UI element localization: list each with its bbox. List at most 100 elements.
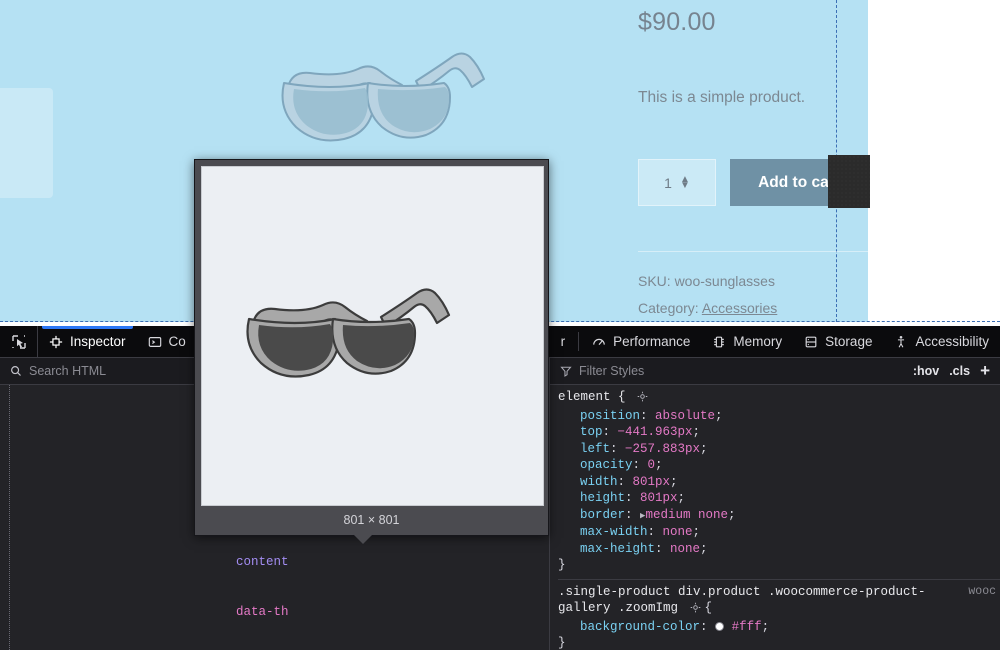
css-declaration[interactable]: background-color: #fff; [558, 619, 1000, 636]
tab-console-label: Co [168, 334, 186, 349]
performance-icon [593, 338, 605, 345]
css-declaration[interactable]: position: absolute; [558, 408, 1000, 425]
css-rule-close-brace: } [558, 636, 566, 650]
filter-styles-placeholder: Filter Styles [579, 364, 645, 378]
markup-line[interactable]: data-th [0, 587, 549, 637]
css-rule-source[interactable]: wooc [968, 584, 996, 601]
preview-dimensions-label: 801 × 801 [343, 513, 400, 527]
indent-guide [9, 385, 10, 650]
css-property: position [580, 408, 641, 423]
css-value[interactable]: medium none [645, 508, 728, 522]
css-selector[interactable]: element { [558, 390, 626, 404]
markup-line[interactable]: overflo [0, 637, 549, 650]
tab-inspector[interactable]: Inspector [38, 326, 137, 357]
css-declaration[interactable]: height: 801px; [558, 490, 1000, 507]
screen: $90.00 This is a simple product. 1 ▲ ▼ Ad… [0, 0, 1000, 650]
inspector-icon [49, 335, 63, 348]
accessibility-icon [898, 335, 905, 348]
css-property: width [580, 474, 618, 489]
image-preview-tooltip: 801 × 801 [194, 159, 549, 544]
tab-accessibility[interactable]: Accessibility [883, 326, 1000, 357]
rules-pane: Filter Styles :hov .cls + element {posi… [550, 358, 1000, 650]
dark-tooltip-overlay [828, 155, 870, 208]
gear-icon[interactable] [637, 391, 648, 408]
css-property: left [580, 441, 611, 456]
css-declaration[interactable]: max-height: none; [558, 541, 1000, 558]
tab-storage[interactable]: Storage [793, 326, 883, 357]
quantity-stepper[interactable]: 1 ▲ ▼ [638, 159, 716, 206]
product-main-image[interactable] [258, 25, 558, 175]
tab-performance[interactable]: Performance [581, 326, 701, 357]
preview-image [201, 166, 544, 506]
gear-icon[interactable] [690, 602, 701, 619]
pseudo-class-button[interactable]: :hov [913, 364, 939, 378]
css-declaration[interactable]: border: ▶medium none; [558, 507, 1000, 525]
css-property: background-color [580, 619, 701, 634]
sunglasses-preview-icon [245, 288, 450, 378]
css-property: top [580, 425, 603, 439]
css-declaration[interactable]: opacity: 0; [558, 457, 1000, 474]
product-short-description: This is a simple product. [638, 89, 806, 106]
css-selector[interactable]: .single-product div.product .woocommerce… [558, 585, 926, 616]
product-sku: SKU: woo-sunglasses [638, 273, 775, 289]
css-declaration[interactable]: max-width: none; [558, 524, 1000, 541]
tab-performance-label: Performance [613, 334, 691, 349]
console-icon [148, 336, 161, 347]
markup-line-text: content [236, 555, 289, 569]
css-value[interactable]: 0 [648, 458, 656, 472]
beanie-thumbnail-icon [0, 88, 53, 198]
css-property: max-width [580, 525, 648, 539]
search-html-placeholder: Search HTML [29, 364, 107, 378]
css-value[interactable]: absolute [655, 409, 715, 423]
css-rule-element[interactable]: element { position: absolute; top: −441.… [558, 389, 1000, 576]
product-category: Category: Accessories [638, 295, 938, 322]
sunglasses-image-icon [281, 52, 485, 142]
storage-icon [805, 336, 817, 347]
css-declaration[interactable]: left: −257.883px; [558, 441, 1000, 458]
css-rule-close-brace: } [558, 558, 566, 572]
memory-icon [714, 336, 725, 347]
product-summary: $90.00 This is a simple product. 1 ▲ ▼ Ad… [638, 0, 938, 322]
filter-icon [560, 366, 572, 377]
tab-storage-label: Storage [825, 334, 873, 349]
tab-memory[interactable]: Memory [701, 326, 793, 357]
css-rule-zoomimg[interactable]: wooc .single-product div.product .woocom… [558, 578, 1000, 650]
css-value[interactable]: −441.963px [618, 425, 693, 439]
css-value[interactable]: 801px [640, 491, 678, 505]
class-toggle-button[interactable]: .cls [949, 364, 970, 378]
tab-accessibility-label: Accessibility [915, 334, 989, 349]
filter-styles-bar[interactable]: Filter Styles :hov .cls + [550, 358, 1000, 385]
css-value[interactable]: none [663, 525, 693, 539]
css-property: opacity [580, 458, 633, 472]
markup-line[interactable]: content [0, 538, 549, 588]
css-value[interactable]: −257.883px [625, 442, 700, 456]
add-rule-button[interactable]: + [980, 362, 990, 379]
product-category-link[interactable]: Accessories [702, 300, 777, 316]
tab-inspector-label: Inspector [70, 334, 126, 349]
css-value[interactable]: 801px [633, 475, 671, 489]
markup-line-text: data-th [236, 604, 289, 619]
gallery-thumbnail[interactable] [0, 88, 53, 198]
element-picker-icon[interactable] [0, 326, 38, 357]
css-property: height [580, 491, 626, 505]
tab-debugger-label: r [560, 334, 566, 349]
cart-form: 1 ▲ ▼ Add to cart [638, 159, 938, 206]
quantity-spinner-icon[interactable]: ▲ ▼ [680, 174, 690, 190]
css-declaration[interactable]: top: −441.963px; [558, 424, 1000, 441]
product-price: $90.00 [638, 8, 716, 36]
tab-console[interactable]: Co [137, 326, 197, 357]
css-declaration[interactable]: width: 801px; [558, 474, 1000, 491]
tab-memory-label: Memory [733, 334, 783, 349]
tab-debugger[interactable]: r [550, 326, 577, 357]
css-property: border [580, 507, 626, 522]
product-meta: SKU: woo-sunglasses Category: Accessorie… [638, 251, 938, 322]
css-value[interactable]: #fff [732, 620, 762, 634]
css-property: max-height [580, 541, 656, 556]
search-icon [11, 366, 21, 376]
toolbar-separator [578, 332, 580, 351]
color-swatch[interactable] [715, 621, 725, 631]
css-value[interactable]: none [670, 542, 700, 556]
quantity-value: 1 [664, 174, 672, 191]
css-rules-list[interactable]: element { position: absolute; top: −441.… [550, 385, 1000, 650]
preview-arrow [353, 534, 373, 544]
